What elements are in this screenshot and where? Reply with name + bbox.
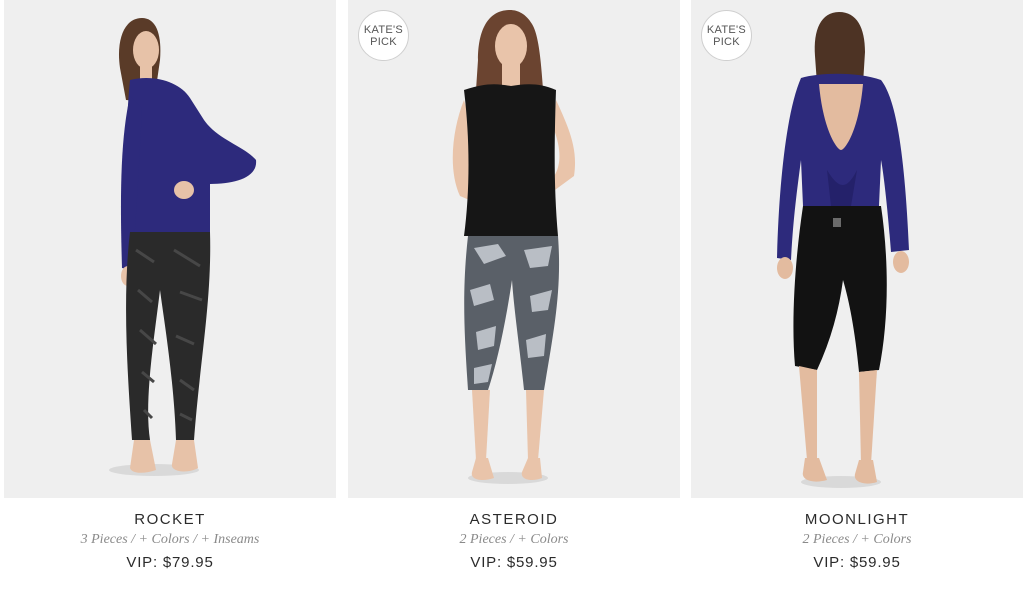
product-card-moonlight[interactable]: KATE'S PICK MOONLIGHT 2 Pieces / + Color… bbox=[691, 0, 1023, 573]
model-photo-illustration bbox=[691, 0, 1023, 498]
more-colors-link[interactable]: + Colors bbox=[517, 532, 568, 547]
product-image-moonlight[interactable]: KATE'S PICK bbox=[691, 0, 1023, 498]
model-photo-illustration bbox=[348, 0, 680, 498]
product-info: ASTEROID 2 Pieces / + Colors VIP: $59.95 bbox=[348, 498, 680, 573]
product-name[interactable]: MOONLIGHT bbox=[691, 511, 1023, 529]
kates-pick-badge: KATE'S PICK bbox=[358, 10, 409, 61]
vip-price: VIP: $59.95 bbox=[813, 554, 901, 571]
pieces-count: 2 Pieces bbox=[802, 532, 850, 547]
separator: / bbox=[510, 532, 514, 547]
pieces-count: 2 Pieces bbox=[459, 532, 507, 547]
product-grid: ROCKET 3 Pieces / + Colors / + Inseams V… bbox=[0, 0, 1024, 597]
more-colors-link[interactable]: + Colors bbox=[860, 532, 911, 547]
separator: / bbox=[853, 532, 857, 547]
product-name[interactable]: ROCKET bbox=[4, 511, 336, 529]
vip-price: VIP: $79.95 bbox=[126, 554, 214, 571]
product-info: ROCKET 3 Pieces / + Colors / + Inseams V… bbox=[4, 498, 336, 573]
kates-pick-badge: KATE'S PICK bbox=[701, 10, 752, 61]
product-name[interactable]: ASTEROID bbox=[348, 511, 680, 529]
separator: / bbox=[131, 532, 136, 547]
product-details: 2 Pieces / + Colors bbox=[348, 530, 680, 549]
product-image-rocket[interactable] bbox=[4, 0, 336, 498]
separator: / bbox=[193, 532, 198, 547]
product-card-asteroid[interactable]: KATE'S PICK ASTEROID 2 Pieces / + Colors… bbox=[348, 0, 680, 573]
pieces-count: 3 Pieces bbox=[80, 532, 128, 547]
product-details: 2 Pieces / + Colors bbox=[691, 530, 1023, 549]
model-photo-illustration bbox=[4, 0, 336, 498]
more-colors-link[interactable]: + Colors bbox=[139, 532, 190, 547]
product-details: 3 Pieces / + Colors / + Inseams bbox=[4, 530, 336, 549]
product-info: MOONLIGHT 2 Pieces / + Colors VIP: $59.9… bbox=[691, 498, 1023, 573]
product-card-rocket[interactable]: ROCKET 3 Pieces / + Colors / + Inseams V… bbox=[4, 0, 336, 573]
vip-price: VIP: $59.95 bbox=[470, 554, 558, 571]
more-inseams-link[interactable]: + Inseams bbox=[201, 532, 260, 547]
product-image-asteroid[interactable]: KATE'S PICK bbox=[348, 0, 680, 498]
